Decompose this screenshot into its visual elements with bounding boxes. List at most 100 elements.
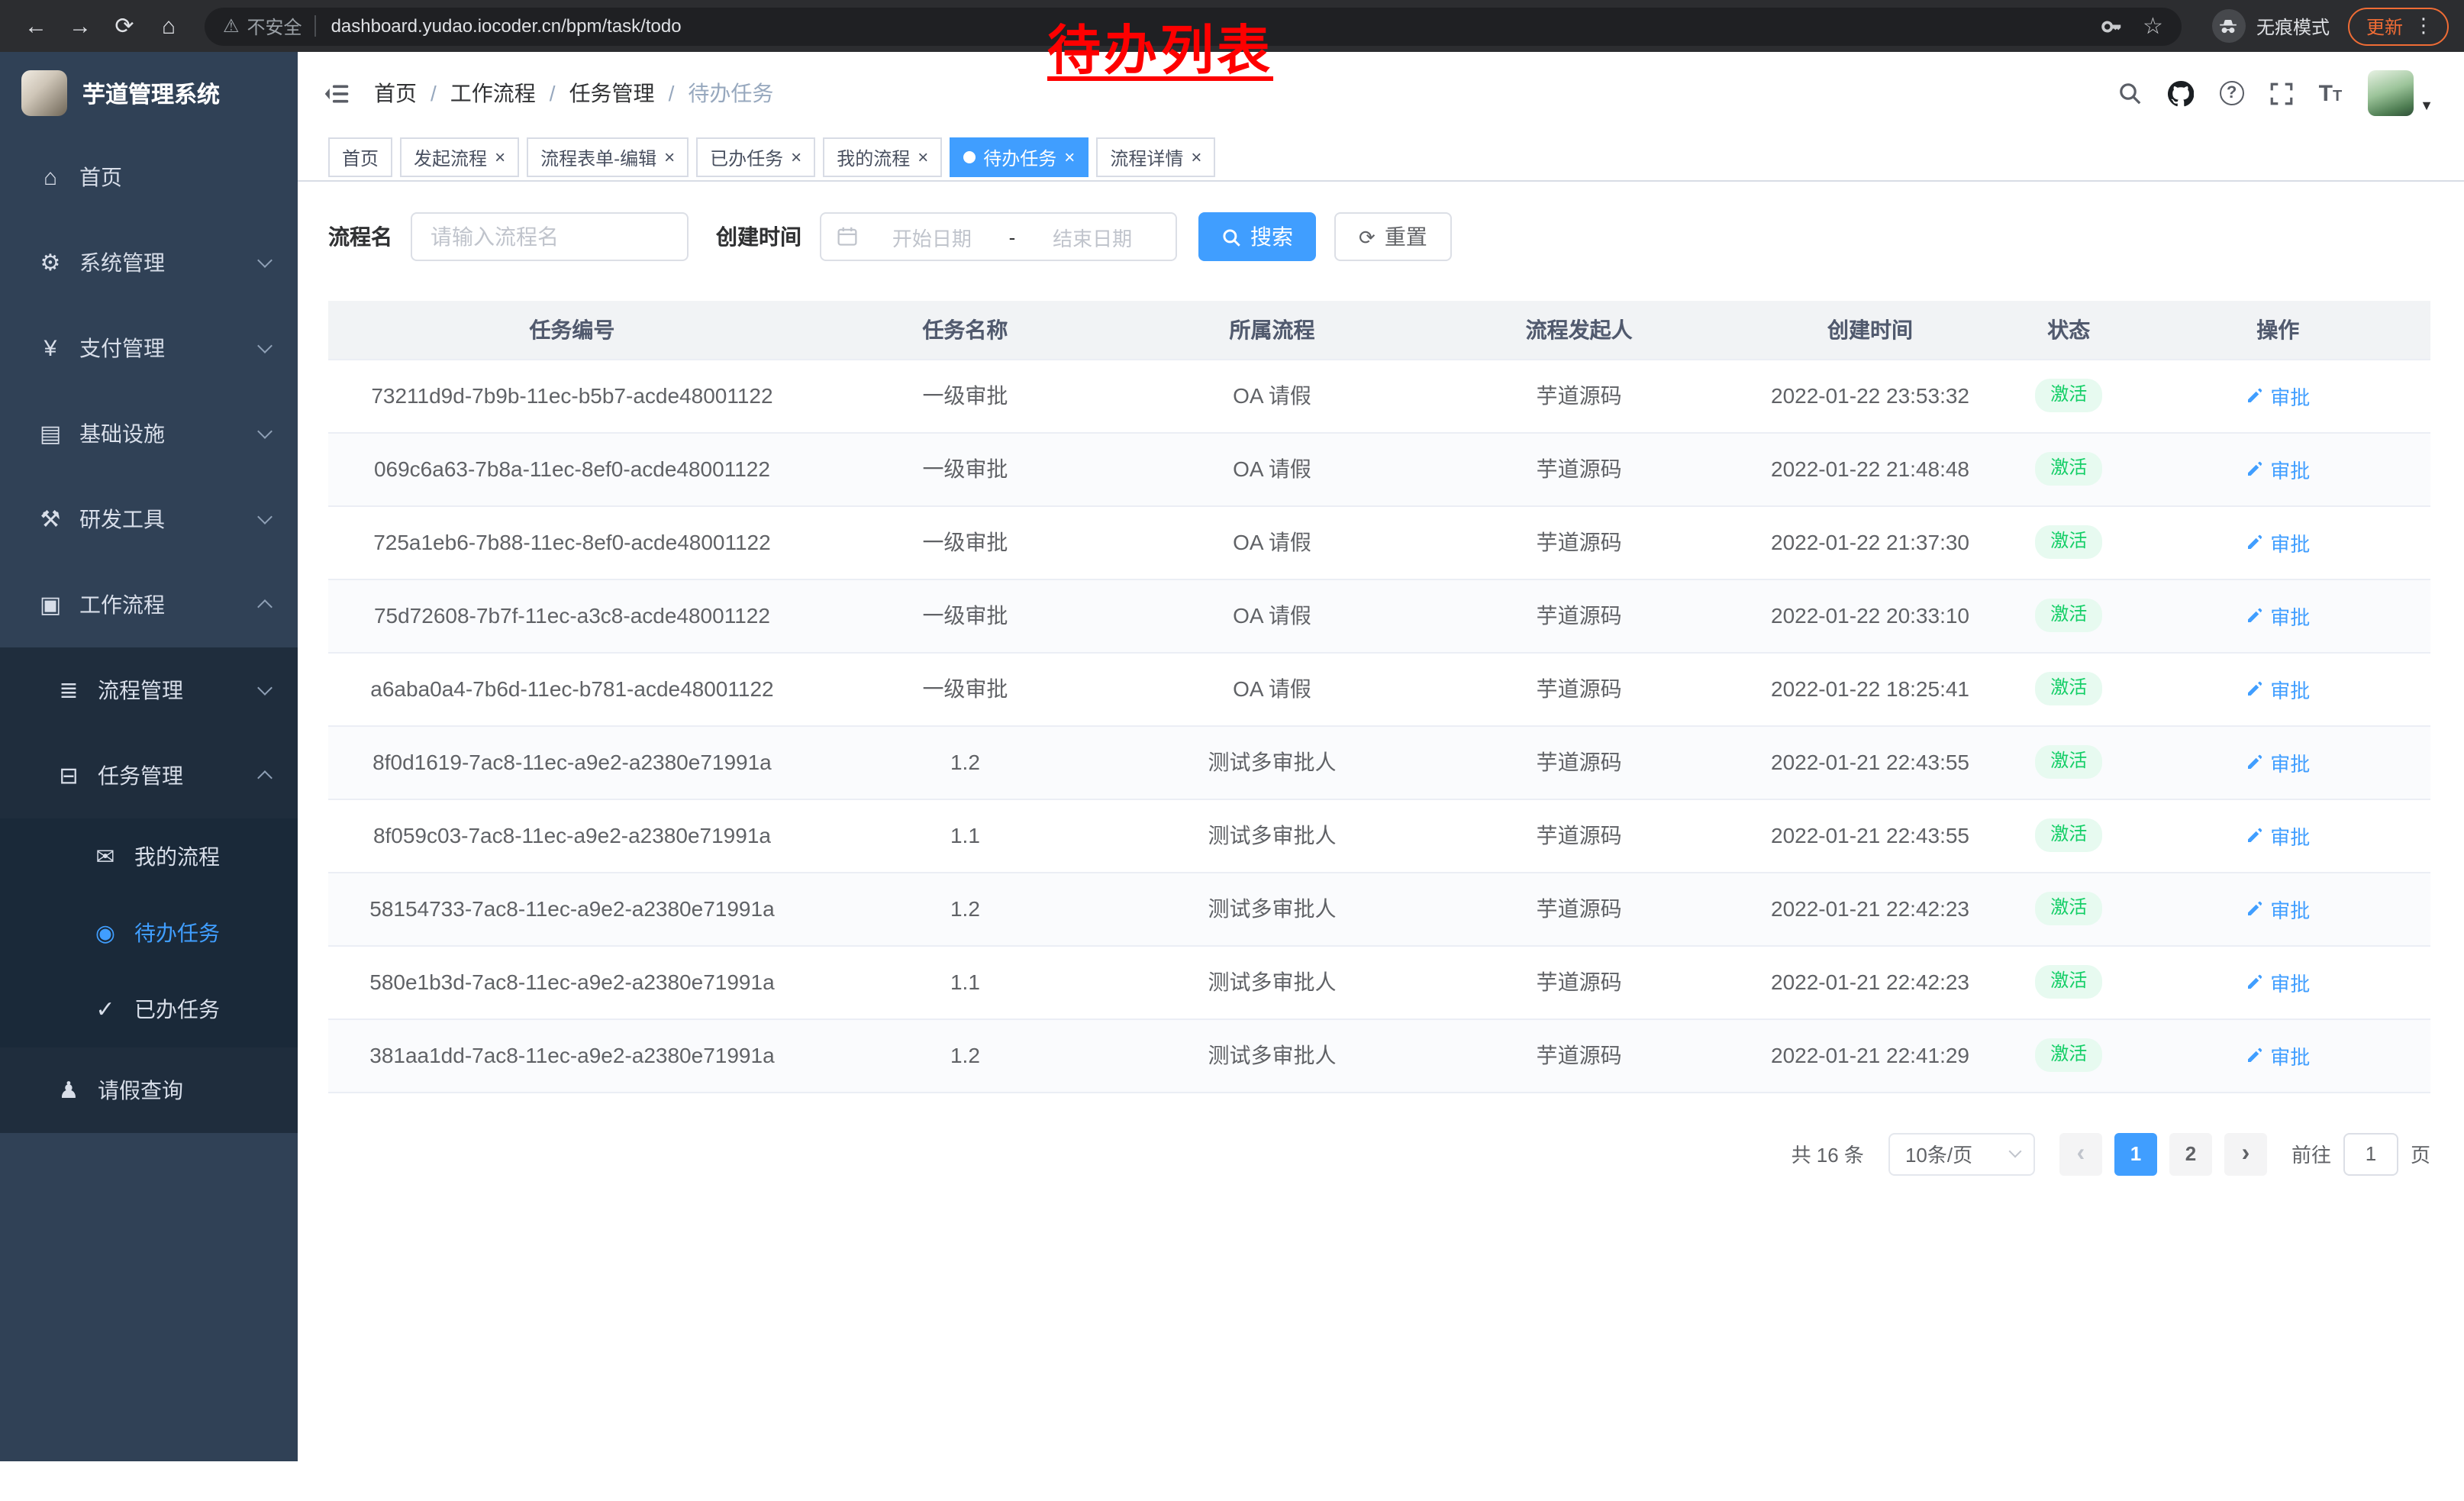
sidebar-item[interactable]: ⌂ 首页 [0,134,298,220]
refresh-icon: ⟳ [1359,227,1376,247]
reload-icon[interactable]: ⟳ [104,5,145,47]
create-time-label: 创建时间 [716,221,801,252]
chevron-icon [257,253,273,268]
approve-link[interactable]: 审批 [2246,894,2310,923]
active-dot [963,151,976,163]
tag-item[interactable]: 发起流程 × [400,137,519,177]
sidebar-item[interactable]: ▣ 工作流程 [0,562,298,647]
sidebar-item[interactable]: ✓ 已办任务 [0,971,298,1047]
incognito-label: 无痕模式 [2256,13,2330,39]
tag-close-icon[interactable]: × [664,148,675,166]
calendar-icon [837,226,858,247]
prev-page-button[interactable]: ‹ [2059,1132,2102,1175]
goto-page-input[interactable] [2343,1132,2398,1175]
next-page-button[interactable]: › [2224,1132,2267,1175]
chevron-down-icon [2008,1145,2021,1158]
approve-link[interactable]: 审批 [2246,601,2310,630]
task-name-cell: 1.2 [816,725,1114,799]
forward-icon[interactable]: → [60,5,101,47]
sidebar-item[interactable]: ⚒ 研发工具 [0,476,298,562]
created-cell: 2022-01-21 22:42:23 [1728,945,2012,1018]
sidebar-item[interactable]: ¥ 支付管理 [0,305,298,391]
breadcrumb-item[interactable]: / 待办任务 [669,78,774,108]
tag-close-icon[interactable]: × [791,148,801,166]
table-row: 725a1eb6-7b88-11ec-8ef0-acde48001122 一级审… [328,505,2430,579]
sidebar-menu: ⌂ 首页 ⚙ 系统管理 ¥ 支付管理 ▤ [0,134,298,1133]
task-id-cell: a6aba0a4-7b6d-11ec-b781-acde48001122 [328,652,816,725]
help-icon[interactable]: ? [2220,81,2244,105]
text-size-icon[interactable]: TT [2319,80,2343,106]
tools-icon: ⚒ [34,505,67,533]
tag-item[interactable]: 待办任务 × [950,137,1088,177]
sidebar-item[interactable]: ♟ 请假查询 [0,1047,298,1133]
caret-down-icon: ▼ [2420,98,2433,113]
bookmark-star-icon[interactable]: ☆ [2143,15,2163,37]
sidebar-item[interactable]: ⚙ 系统管理 [0,220,298,305]
action-cell: 审批 [2126,799,2430,872]
sidebar-item[interactable]: ▤ 基础设施 [0,391,298,476]
update-button[interactable]: 更新 ⋮ [2348,7,2449,45]
process-icon: ≣ [52,676,85,704]
browser-menu-icon[interactable]: ⋮ [2414,14,2433,38]
initiator-cell: 芋道源码 [1430,945,1728,1018]
tag-item[interactable]: 流程表单-编辑 × [527,137,689,177]
tag-item[interactable]: 我的流程 × [823,137,942,177]
reset-button[interactable]: ⟳ 重置 [1334,212,1452,261]
approve-link[interactable]: 审批 [2246,747,2310,776]
key-icon[interactable] [2100,15,2123,37]
search-button[interactable]: 搜索 [1198,212,1316,261]
sidebar-item[interactable]: ≣ 流程管理 [0,647,298,733]
tag-close-icon[interactable]: × [495,148,505,166]
page-number-button[interactable]: 2 [2169,1132,2212,1175]
status-badge: 激活 [2035,599,2102,631]
approve-link[interactable]: 审批 [2246,528,2310,557]
process-cell: 测试多审批人 [1114,945,1430,1018]
process-cell: 测试多审批人 [1114,872,1430,945]
breadcrumb-item[interactable]: / 工作流程 [431,78,536,108]
divider [314,15,316,37]
created-cell: 2022-01-22 18:25:41 [1728,652,2012,725]
task-id-cell: 8f059c03-7ac8-11ec-a9e2-a2380e71991a [328,799,816,872]
process-cell: 测试多审批人 [1114,725,1430,799]
breadcrumb-item[interactable]: / 任务管理 [550,78,655,108]
back-icon[interactable]: ← [15,5,56,47]
app-logo[interactable]: 芋道管理系统 [0,52,298,134]
approve-link[interactable]: 审批 [2246,674,2310,703]
tag-close-icon[interactable]: × [1064,148,1075,166]
approve-link[interactable]: 审批 [2246,1041,2310,1070]
tag-item[interactable]: 首页 [328,137,392,177]
task-name-cell: 一级审批 [816,505,1114,579]
search-icon[interactable] [2117,81,2142,105]
tag-close-icon[interactable]: × [1191,148,1201,166]
done-icon: ✓ [89,996,122,1023]
status-badge: 激活 [2035,525,2102,558]
edit-icon [2246,1046,2264,1064]
sidebar-item[interactable]: ◉ 待办任务 [0,895,298,971]
sidebar-item[interactable]: ✉ 我的流程 [0,818,298,895]
sidebar-item[interactable]: ⊟ 任务管理 [0,733,298,818]
task-name-cell: 1.2 [816,872,1114,945]
task-id-cell: 8f0d1619-7ac8-11ec-a9e2-a2380e71991a [328,725,816,799]
browser-home-icon[interactable]: ⌂ [148,5,189,47]
action-cell: 审批 [2126,432,2430,505]
collapse-sidebar-icon[interactable] [324,80,350,106]
breadcrumb-item[interactable]: 首页 [374,78,417,108]
page-size-select[interactable]: 10条/页 [1888,1132,2035,1175]
process-name-input[interactable] [411,212,689,261]
approve-link[interactable]: 审批 [2246,454,2310,483]
date-range-picker[interactable]: 开始日期 - 结束日期 [820,212,1177,261]
approve-link[interactable]: 审批 [2246,381,2310,410]
page-number-button[interactable]: 1 [2114,1132,2157,1175]
github-icon[interactable] [2168,80,2194,106]
fullscreen-icon[interactable] [2270,82,2293,105]
approve-link[interactable]: 审批 [2246,821,2310,850]
content: 流程名 创建时间 开始日期 - 结束日期 搜索 [298,182,2464,1501]
tag-close-icon[interactable]: × [918,148,928,166]
status-badge: 激活 [2035,818,2102,851]
approve-link[interactable]: 审批 [2246,967,2310,996]
app-title: 芋道管理系统 [82,77,220,109]
user-menu[interactable]: ▼ [2368,70,2433,116]
tag-item[interactable]: 流程详情 × [1096,137,1215,177]
tag-item[interactable]: 已办任务 × [696,137,815,177]
table-row: 8f0d1619-7ac8-11ec-a9e2-a2380e71991a 1.2… [328,725,2430,799]
